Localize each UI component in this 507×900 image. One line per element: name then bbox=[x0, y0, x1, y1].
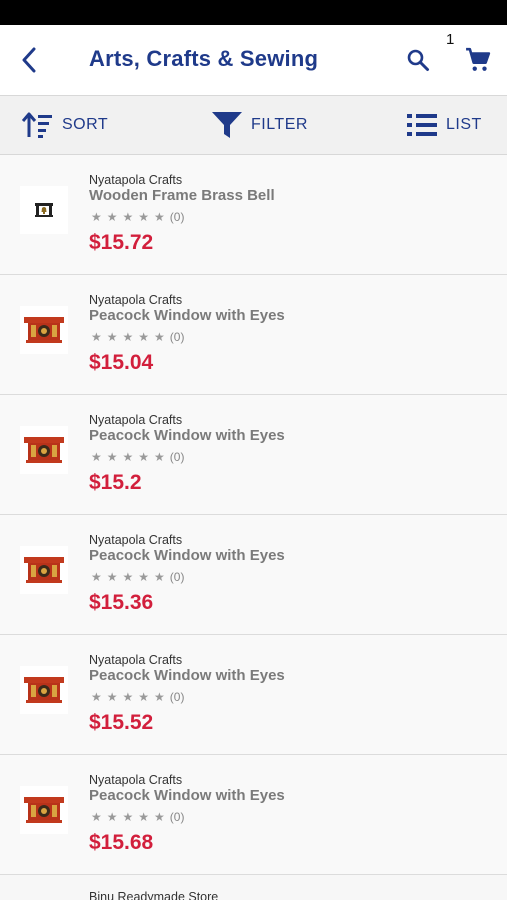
seller-name: Nyatapola Crafts bbox=[89, 293, 183, 307]
star-icon: ★★★★★ bbox=[91, 690, 170, 704]
product-name: Peacock Window with Eyes bbox=[89, 667, 285, 684]
status-bar bbox=[0, 0, 507, 25]
rating-count: (0) bbox=[169, 330, 185, 344]
filter-button[interactable]: FILTER bbox=[211, 96, 308, 154]
product-item[interactable]: Nyatapola Crafts Peacock Window with Eye… bbox=[0, 515, 507, 635]
rating-count: (0) bbox=[169, 810, 185, 824]
list-icon bbox=[407, 114, 437, 136]
product-item[interactable]: Nyatapola Crafts Peacock Window with Eye… bbox=[0, 395, 507, 515]
rating-count: (0) bbox=[169, 450, 185, 464]
product-rating: ★★★★★ (0) bbox=[91, 330, 184, 344]
star-icon: ★★★★★ bbox=[91, 210, 170, 224]
back-button[interactable] bbox=[14, 45, 44, 75]
product-rating: ★★★★★ (0) bbox=[91, 210, 184, 224]
product-price: $15.72 bbox=[89, 231, 154, 254]
rating-count: (0) bbox=[169, 570, 185, 584]
star-icon: ★★★★★ bbox=[91, 570, 170, 584]
product-rating: ★★★★★ (0) bbox=[91, 810, 184, 824]
list-view-button[interactable]: LIST bbox=[406, 96, 482, 154]
product-thumbnail bbox=[20, 186, 68, 234]
product-thumbnail bbox=[20, 426, 68, 474]
product-price: $15.2 bbox=[89, 471, 142, 494]
sort-filter-toolbar: SORT FILTER LIST bbox=[0, 95, 507, 155]
seller-name: Nyatapola Crafts bbox=[89, 773, 183, 787]
peacock-window-image bbox=[24, 437, 64, 463]
filter-label: FILTER bbox=[251, 116, 308, 133]
product-item[interactable]: Nyatapola Crafts Peacock Window with Eye… bbox=[0, 755, 507, 875]
page-title: Arts, Crafts & Sewing bbox=[89, 46, 319, 71]
brass-bell-image bbox=[35, 203, 53, 217]
product-thumbnail bbox=[20, 546, 68, 594]
product-name: Peacock Window with Eyes bbox=[89, 307, 285, 324]
product-price: $15.36 bbox=[89, 591, 154, 614]
product-name: Peacock Window with Eyes bbox=[89, 547, 285, 564]
cart-count-badge: 1 bbox=[446, 31, 455, 48]
product-name: Wooden Frame Brass Bell bbox=[89, 187, 275, 204]
app-header: Arts, Crafts & Sewing 1 bbox=[0, 25, 507, 95]
seller-name: Binu Readymade Store bbox=[89, 890, 219, 900]
sort-button[interactable]: SORT bbox=[22, 96, 108, 154]
star-icon: ★★★★★ bbox=[91, 450, 170, 464]
peacock-window-image bbox=[24, 557, 64, 583]
sort-icon bbox=[22, 112, 52, 138]
product-list: Nyatapola Crafts Wooden Frame Brass Bell… bbox=[0, 155, 507, 875]
list-label: LIST bbox=[446, 116, 482, 133]
product-rating: ★★★★★ (0) bbox=[91, 570, 184, 584]
rating-count: (0) bbox=[169, 210, 185, 224]
product-item[interactable]: Nyatapola Crafts Peacock Window with Eye… bbox=[0, 275, 507, 395]
rating-count: (0) bbox=[169, 690, 185, 704]
cart-button[interactable] bbox=[462, 45, 494, 75]
product-thumbnail bbox=[20, 306, 68, 354]
product-rating: ★★★★★ (0) bbox=[91, 690, 184, 704]
seller-name: Nyatapola Crafts bbox=[89, 413, 183, 427]
star-icon: ★★★★★ bbox=[91, 330, 170, 344]
star-icon: ★★★★★ bbox=[91, 810, 170, 824]
search-button[interactable] bbox=[403, 45, 433, 75]
cart-icon bbox=[466, 47, 491, 71]
search-icon bbox=[407, 49, 429, 71]
product-thumbnail bbox=[20, 666, 68, 714]
product-name: Peacock Window with Eyes bbox=[89, 787, 285, 804]
seller-name: Nyatapola Crafts bbox=[89, 533, 183, 547]
product-price: $15.52 bbox=[89, 711, 154, 734]
filter-icon bbox=[212, 112, 242, 138]
product-item[interactable]: Nyatapola Crafts Peacock Window with Eye… bbox=[0, 635, 507, 755]
product-price: $15.68 bbox=[89, 831, 154, 854]
back-icon bbox=[22, 47, 36, 73]
peacock-window-image bbox=[24, 317, 64, 343]
peacock-window-image bbox=[24, 797, 64, 823]
product-item[interactable]: Nyatapola Crafts Wooden Frame Brass Bell… bbox=[0, 155, 507, 275]
product-rating: ★★★★★ (0) bbox=[91, 450, 184, 464]
product-name: Peacock Window with Eyes bbox=[89, 427, 285, 444]
product-price: $15.04 bbox=[89, 351, 154, 374]
product-thumbnail bbox=[20, 786, 68, 834]
seller-name: Nyatapola Crafts bbox=[89, 173, 183, 187]
peacock-window-image bbox=[24, 677, 64, 703]
seller-name: Nyatapola Crafts bbox=[89, 653, 183, 667]
sort-label: SORT bbox=[62, 116, 109, 133]
